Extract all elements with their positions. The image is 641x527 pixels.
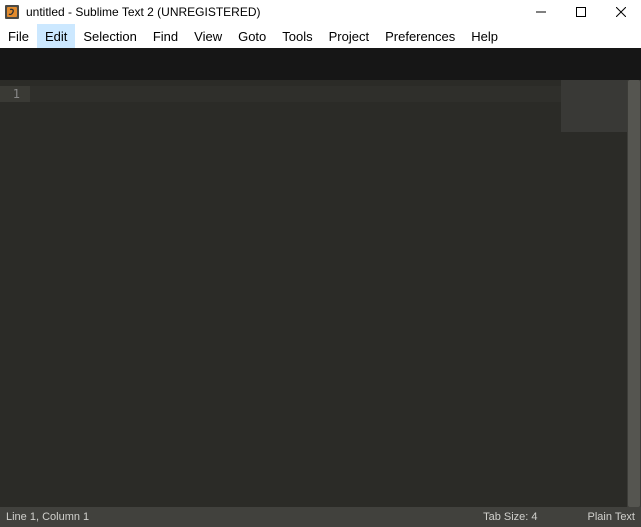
menu-help[interactable]: Help xyxy=(463,24,506,48)
gutter: 1 xyxy=(0,80,30,507)
app-icon xyxy=(4,4,20,20)
line-number: 1 xyxy=(0,86,30,102)
statusbar: Line 1, Column 1 Tab Size: 4 Plain Text xyxy=(0,507,641,527)
minimize-button[interactable] xyxy=(521,0,561,24)
active-line-highlight xyxy=(30,86,641,102)
menu-file[interactable]: File xyxy=(0,24,37,48)
menu-project[interactable]: Project xyxy=(321,24,377,48)
window-controls xyxy=(521,0,641,24)
status-language[interactable]: Plain Text xyxy=(588,511,636,523)
menu-view[interactable]: View xyxy=(186,24,230,48)
status-cursor-position[interactable]: Line 1, Column 1 xyxy=(6,511,89,523)
menu-edit[interactable]: Edit xyxy=(37,24,75,48)
maximize-button[interactable] xyxy=(561,0,601,24)
vertical-scrollbar[interactable] xyxy=(627,80,641,507)
minimap[interactable] xyxy=(561,80,627,132)
menu-preferences[interactable]: Preferences xyxy=(377,24,463,48)
window-title: untitled - Sublime Text 2 (UNREGISTERED) xyxy=(26,5,261,19)
editor-area: 1 xyxy=(0,80,641,507)
menu-tools[interactable]: Tools xyxy=(274,24,320,48)
close-button[interactable] xyxy=(601,0,641,24)
titlebar: untitled - Sublime Text 2 (UNREGISTERED) xyxy=(0,0,641,24)
menu-selection[interactable]: Selection xyxy=(75,24,144,48)
text-editor[interactable] xyxy=(30,80,641,507)
menu-goto[interactable]: Goto xyxy=(230,24,274,48)
scrollbar-thumb[interactable] xyxy=(628,80,640,507)
status-tab-size[interactable]: Tab Size: 4 xyxy=(483,511,537,523)
menubar: File Edit Selection Find View Goto Tools… xyxy=(0,24,641,48)
tabstrip[interactable] xyxy=(0,48,641,80)
menu-find[interactable]: Find xyxy=(145,24,186,48)
